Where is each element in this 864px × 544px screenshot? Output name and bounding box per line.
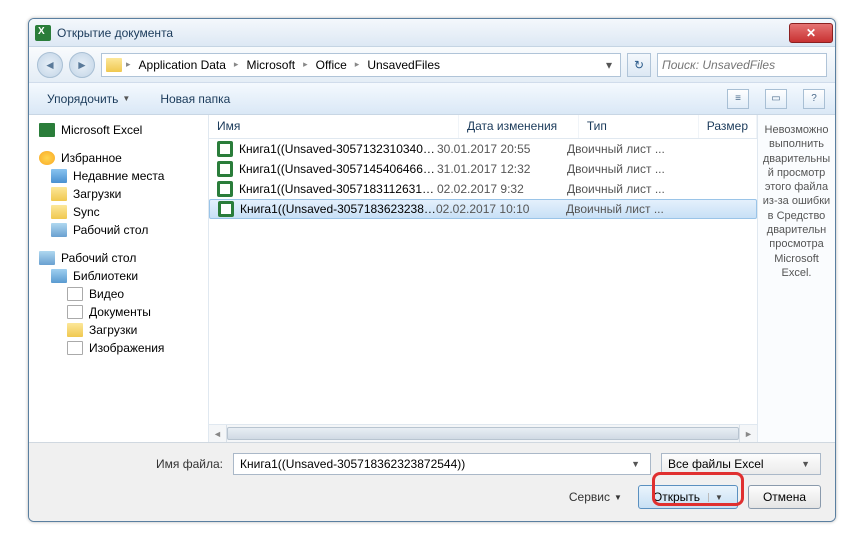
sidebar-item-sync[interactable]: Sync xyxy=(29,203,208,221)
address-bar[interactable]: ▸ Application Data ▸ Microsoft ▸ Office … xyxy=(101,53,621,77)
list-wrap: Имя Дата изменения Тип Размер Книга1((Un… xyxy=(209,115,835,442)
close-button[interactable]: ✕ xyxy=(789,23,833,43)
footer: Имя файла: ▼ Все файлы Excel ▼ Сервис▼ О… xyxy=(29,442,835,521)
file-row[interactable]: Книга1((Unsaved-305718362323872544))02.0… xyxy=(209,199,757,219)
sidebar-item-video[interactable]: Видео xyxy=(29,285,208,303)
breadcrumb-item[interactable]: Microsoft xyxy=(242,56,299,74)
scroll-left-arrow[interactable]: ◄ xyxy=(209,425,227,442)
open-dialog: Открытие документа ✕ ◄ ► ▸ Application D… xyxy=(28,18,836,522)
file-list: Имя Дата изменения Тип Размер Книга1((Un… xyxy=(209,115,757,442)
excel-icon xyxy=(35,25,51,41)
forward-button[interactable]: ► xyxy=(69,52,95,78)
sidebar-item-documents[interactable]: Документы xyxy=(29,303,208,321)
file-type-filter[interactable]: Все файлы Excel ▼ xyxy=(661,453,821,475)
nav-bar: ◄ ► ▸ Application Data ▸ Microsoft ▸ Off… xyxy=(29,47,835,83)
scroll-right-arrow[interactable]: ► xyxy=(739,425,757,442)
scroll-thumb[interactable] xyxy=(227,427,739,440)
sidebar-desktop-group[interactable]: Рабочий стол xyxy=(29,249,208,267)
col-date[interactable]: Дата изменения xyxy=(459,115,579,138)
sidebar-item-desktop[interactable]: Рабочий стол xyxy=(29,221,208,239)
file-type: Двоичный лист ... xyxy=(567,142,697,156)
cancel-button[interactable]: Отмена xyxy=(748,485,821,509)
titlebar: Открытие документа ✕ xyxy=(29,19,835,47)
libraries-icon xyxy=(51,269,67,283)
sidebar-item-images[interactable]: Изображения xyxy=(29,339,208,357)
sidebar-favorites[interactable]: Избранное xyxy=(29,149,208,167)
view-options-button[interactable]: ≡ xyxy=(727,89,749,109)
col-type[interactable]: Тип xyxy=(579,115,699,138)
star-icon xyxy=(39,151,55,165)
preview-toggle-button[interactable]: ▭ xyxy=(765,89,787,109)
file-icon xyxy=(217,181,233,197)
service-menu[interactable]: Сервис▼ xyxy=(569,490,622,504)
file-name: Книга1((Unsaved-305713231034017392)) xyxy=(239,142,437,156)
breadcrumb-item[interactable]: Office xyxy=(312,56,351,74)
recent-icon xyxy=(51,169,67,183)
file-icon xyxy=(217,161,233,177)
breadcrumb-item[interactable]: UnsavedFiles xyxy=(363,56,444,74)
file-icon xyxy=(218,201,234,217)
chevron-down-icon[interactable]: ▼ xyxy=(708,493,723,502)
sidebar-item-recent[interactable]: Недавние места xyxy=(29,167,208,185)
chevron-right-icon: ▸ xyxy=(234,59,239,70)
file-row[interactable]: Книга1((Unsaved-305718311263139024))02.0… xyxy=(209,179,757,199)
address-dropdown[interactable]: ▾ xyxy=(602,58,616,72)
chevron-down-icon[interactable]: ▼ xyxy=(627,459,644,469)
file-rows: Книга1((Unsaved-305713231034017392))30.0… xyxy=(209,139,757,424)
file-date: 02.02.2017 9:32 xyxy=(437,182,567,196)
dialog-body: Microsoft Excel Избранное Недавние места… xyxy=(29,115,835,442)
sidebar-excel[interactable]: Microsoft Excel xyxy=(29,121,208,139)
preview-pane: Невозможно выполнить дварительный просмо… xyxy=(757,115,835,442)
filename-combobox[interactable]: ▼ xyxy=(233,453,651,475)
file-row[interactable]: Книга1((Unsaved-305713231034017392))30.0… xyxy=(209,139,757,159)
chevron-right-icon: ▸ xyxy=(303,59,308,70)
images-icon xyxy=(67,341,83,355)
sidebar: Microsoft Excel Избранное Недавние места… xyxy=(29,115,209,442)
file-name: Книга1((Unsaved-305714540646655616)) xyxy=(239,162,437,176)
chevron-right-icon: ▸ xyxy=(126,59,131,70)
col-name[interactable]: Имя xyxy=(209,115,459,138)
window-title: Открытие документа xyxy=(57,26,789,40)
video-icon xyxy=(67,287,83,301)
horizontal-scrollbar[interactable]: ◄ ► xyxy=(209,424,757,442)
help-button[interactable]: ? xyxy=(803,89,825,109)
folder-icon xyxy=(51,187,67,201)
sidebar-item-downloads2[interactable]: Загрузки xyxy=(29,321,208,339)
filename-label: Имя файла: xyxy=(43,457,223,471)
desktop-icon xyxy=(39,251,55,265)
back-button[interactable]: ◄ xyxy=(37,52,63,78)
sidebar-libraries[interactable]: Библиотеки xyxy=(29,267,208,285)
chevron-right-icon: ▸ xyxy=(355,59,360,70)
folder-icon xyxy=(51,205,67,219)
file-name: Книга1((Unsaved-305718311263139024)) xyxy=(239,182,437,196)
refresh-button[interactable]: ↻ xyxy=(627,53,651,77)
column-header: Имя Дата изменения Тип Размер xyxy=(209,115,757,139)
folder-icon xyxy=(67,323,83,337)
new-folder-button[interactable]: Новая папка xyxy=(152,88,238,110)
search-box[interactable] xyxy=(657,53,827,77)
file-date: 30.01.2017 20:55 xyxy=(437,142,567,156)
documents-icon xyxy=(67,305,83,319)
file-row[interactable]: Книга1((Unsaved-305714540646655616))31.0… xyxy=(209,159,757,179)
sidebar-item-downloads[interactable]: Загрузки xyxy=(29,185,208,203)
excel-icon xyxy=(39,123,55,137)
file-type: Двоичный лист ... xyxy=(566,202,696,216)
col-size[interactable]: Размер xyxy=(699,115,757,138)
chevron-down-icon: ▼ xyxy=(797,459,814,469)
file-icon xyxy=(217,141,233,157)
organize-button[interactable]: Упорядочить▼ xyxy=(39,88,138,110)
search-input[interactable] xyxy=(662,58,822,72)
open-button[interactable]: Открыть▼ xyxy=(638,485,738,509)
file-date: 02.02.2017 10:10 xyxy=(436,202,566,216)
file-name: Книга1((Unsaved-305718362323872544)) xyxy=(240,202,436,216)
file-type: Двоичный лист ... xyxy=(567,162,697,176)
file-type: Двоичный лист ... xyxy=(567,182,697,196)
folder-icon xyxy=(106,58,122,72)
toolbar: Упорядочить▼ Новая папка ≡ ▭ ? xyxy=(29,83,835,115)
file-date: 31.01.2017 12:32 xyxy=(437,162,567,176)
filename-input[interactable] xyxy=(240,457,627,471)
desktop-icon xyxy=(51,223,67,237)
breadcrumb-item[interactable]: Application Data xyxy=(135,56,230,74)
